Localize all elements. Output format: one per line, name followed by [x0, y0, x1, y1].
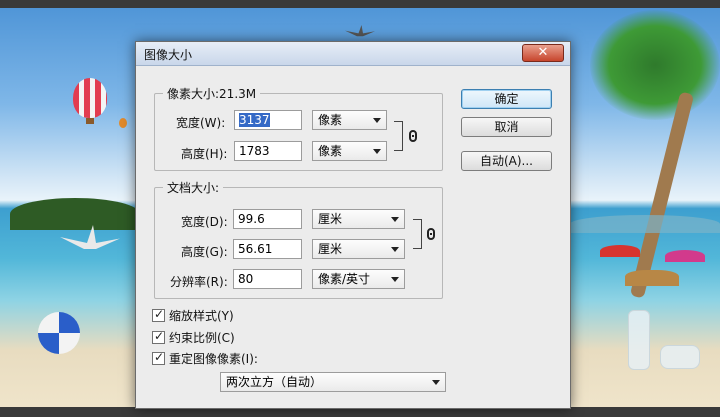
- balloon-basket: [86, 118, 94, 124]
- resolution-unit-value: 像素/英寸: [318, 272, 371, 286]
- dropdown-arrow-icon: [391, 217, 399, 222]
- resolution-label: 分辨率(R):: [170, 275, 228, 289]
- dropdown-arrow-icon: [391, 247, 399, 252]
- beach-ball: [38, 312, 80, 354]
- constrain-proportions-label: 约束比例(C): [169, 331, 235, 345]
- dropdown-arrow-icon: [432, 380, 440, 385]
- image-size-dialog: 图像大小 ✕ 像素大小:21.3M 宽度(W): 3137 像素 高度(H): …: [135, 41, 571, 409]
- pixel-height-input[interactable]: 1783: [234, 141, 302, 161]
- resolution-value: 80: [238, 272, 254, 286]
- close-icon: ✕: [537, 45, 549, 60]
- checkmark-icon: [152, 350, 165, 365]
- checkmark-icon: [152, 329, 165, 344]
- document-width-label: 宽度(D):: [181, 215, 228, 229]
- island-left: [10, 198, 140, 230]
- resolution-input[interactable]: 80: [233, 269, 302, 289]
- close-button[interactable]: ✕: [522, 44, 564, 62]
- scale-styles-label: 缩放样式(Y): [169, 309, 234, 323]
- chain-link-icon: [409, 130, 417, 142]
- ok-button[interactable]: 确定: [461, 89, 552, 109]
- dialog-titlebar[interactable]: 图像大小 ✕: [136, 42, 570, 66]
- document-height-label: 高度(G):: [181, 245, 228, 259]
- document-height-input[interactable]: 56.61: [233, 239, 302, 259]
- pixel-height-unit-select[interactable]: 像素: [312, 141, 387, 161]
- resolution-unit-select[interactable]: 像素/英寸: [312, 269, 405, 289]
- beach-umbrella-pink: [665, 250, 705, 262]
- dropdown-arrow-icon: [391, 277, 399, 282]
- pixel-link-bracket: [394, 121, 403, 151]
- document-height-unit-value: 厘米: [318, 242, 343, 256]
- dialog-title: 图像大小: [144, 48, 193, 62]
- pixel-width-input[interactable]: 3137: [234, 110, 302, 130]
- message-bottle-lying: [660, 345, 700, 369]
- document-height-unit-select[interactable]: 厘米: [312, 239, 405, 259]
- palm-trunk: [629, 91, 695, 299]
- document-width-value: 99.6: [238, 212, 265, 226]
- pixel-width-unit-select[interactable]: 像素: [312, 110, 387, 130]
- pixel-width-value: 3137: [239, 113, 270, 127]
- chain-link-icon: [427, 228, 435, 240]
- document-width-input[interactable]: 99.6: [233, 209, 302, 229]
- pixel-height-unit-value: 像素: [318, 144, 343, 158]
- document-width-unit-value: 厘米: [318, 212, 343, 226]
- canvas-edge-top: [0, 0, 720, 8]
- pixel-height-label: 高度(H):: [181, 147, 228, 161]
- hot-air-balloon: [73, 78, 107, 118]
- document-size-legend: 文档大小:: [163, 179, 224, 196]
- resample-method-value: 两次立方（自动）: [226, 375, 323, 389]
- pixel-width-label: 宽度(W):: [176, 116, 226, 130]
- pixel-dimensions-legend: 像素大小:21.3M: [163, 85, 261, 102]
- constrain-proportions-checkbox[interactable]: 约束比例(C): [152, 329, 235, 346]
- dropdown-arrow-icon: [373, 118, 381, 123]
- palm-leaves: [590, 10, 720, 120]
- document-height-value: 56.61: [238, 242, 273, 256]
- seagull-top: [345, 25, 375, 37]
- pixel-width-unit-value: 像素: [318, 113, 343, 127]
- checkmark-icon: [152, 307, 165, 322]
- scale-styles-checkbox[interactable]: 缩放样式(Y): [152, 307, 234, 324]
- document-link-bracket: [413, 219, 422, 249]
- cancel-button[interactable]: 取消: [461, 117, 552, 137]
- resample-method-select[interactable]: 两次立方（自动）: [220, 372, 446, 392]
- island-right: [570, 215, 720, 233]
- auto-button[interactable]: 自动(A)...: [461, 151, 552, 171]
- dropdown-arrow-icon: [373, 149, 381, 154]
- resample-image-checkbox[interactable]: 重定图像像素(I):: [152, 350, 258, 367]
- document-width-unit-select[interactable]: 厘米: [312, 209, 405, 229]
- small-balloon: [119, 118, 127, 128]
- pixel-height-value: 1783: [239, 144, 270, 158]
- beach-hut: [625, 270, 679, 286]
- beach-umbrella-red: [600, 245, 640, 257]
- message-bottle: [628, 310, 650, 370]
- resample-image-label: 重定图像像素(I):: [169, 352, 258, 366]
